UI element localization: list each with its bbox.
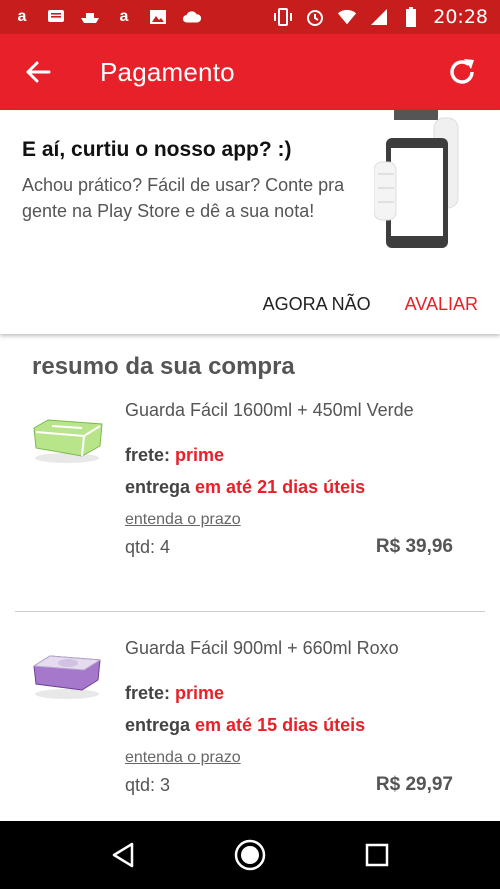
- phone-illustration: [373, 110, 474, 260]
- image-icon: [148, 7, 168, 27]
- delivery-info: entrega em até 21 dias úteis: [125, 477, 365, 498]
- vibrate-icon: [273, 7, 293, 27]
- deadline-link[interactable]: entenda o prazo: [125, 749, 241, 767]
- rate-button[interactable]: AVALIAR: [405, 294, 478, 315]
- not-now-button[interactable]: AGORA NÃO: [263, 294, 371, 315]
- product-image: [30, 642, 104, 702]
- nav-recents-button[interactable]: [347, 825, 407, 885]
- quantity: qtd: 3: [125, 775, 171, 795]
- back-button[interactable]: [0, 34, 76, 110]
- refresh-button[interactable]: [424, 34, 500, 110]
- shipping-label: frete:: [125, 683, 176, 703]
- shipping-value: prime: [175, 445, 225, 465]
- notification-icons: a a: [12, 7, 202, 27]
- clock-time: 20:28: [433, 6, 488, 28]
- system-icons: 20:28: [273, 6, 488, 28]
- square-recents-icon: [365, 843, 388, 867]
- cart-item: Guarda Fácil 900ml + 660ml Roxo frete: p…: [0, 628, 500, 818]
- delivery-value: em até 15 dias úteis: [195, 715, 366, 735]
- battery-icon: [401, 7, 421, 27]
- nav-home-button[interactable]: [220, 825, 280, 885]
- app-bar: Pagamento: [0, 34, 500, 110]
- message-icon: [46, 7, 66, 27]
- product-name: Guarda Fácil 900ml + 660ml Roxo: [125, 638, 399, 658]
- page-title: Pagamento: [100, 56, 235, 87]
- shipping-value: prime: [175, 683, 225, 703]
- delivery-label: entrega: [125, 715, 196, 735]
- nav-back-button[interactable]: [93, 825, 153, 885]
- shipping-info: frete: prime: [125, 445, 224, 466]
- status-bar: a a 20:28: [0, 0, 500, 34]
- item-price: R$ 29,97: [375, 774, 453, 795]
- shipping-label: frete:: [125, 445, 176, 465]
- rate-card-title: E aí, curtiu o nosso app? :): [22, 138, 292, 161]
- rate-card-text: Achou prático? Fácil de usar? Conte pra …: [22, 175, 345, 221]
- wifi-icon: [337, 7, 357, 27]
- delivery-label: entrega: [125, 477, 196, 497]
- quantity: qtd: 4: [125, 537, 171, 557]
- circle-home-icon: [234, 839, 266, 871]
- shipping-info: frete: prime: [125, 683, 224, 704]
- amazon-a-icon: a: [119, 8, 129, 25]
- divider: [15, 611, 485, 612]
- product-image: [30, 406, 104, 466]
- cart-item: Guarda Fácil 1600ml + 450ml Verde frete:…: [0, 390, 500, 590]
- alarm-icon: [305, 7, 325, 27]
- arrow-back-icon: [26, 61, 51, 83]
- item-price: R$ 39,96: [375, 536, 453, 557]
- product-name: Guarda Fácil 1600ml + 450ml Verde: [125, 400, 414, 420]
- cloud-icon: [182, 7, 202, 27]
- rate-app-card: E aí, curtiu o nosso app? :) Achou práti…: [0, 110, 500, 334]
- refresh-icon: [450, 59, 474, 84]
- rate-card-actions: AGORA NÃO AVALIAR: [263, 294, 478, 315]
- delivery-info: entrega em até 15 dias úteis: [125, 715, 365, 736]
- triangle-back-icon: [113, 842, 134, 868]
- summary-title: resumo da sua compra: [32, 353, 295, 380]
- signal-icon: [369, 7, 389, 27]
- deadline-link[interactable]: entenda o prazo: [125, 511, 241, 529]
- amazon-a-icon: a: [17, 8, 27, 25]
- ship-icon: [80, 7, 100, 27]
- system-nav-bar: [0, 821, 500, 889]
- delivery-value: em até 21 dias úteis: [195, 477, 366, 497]
